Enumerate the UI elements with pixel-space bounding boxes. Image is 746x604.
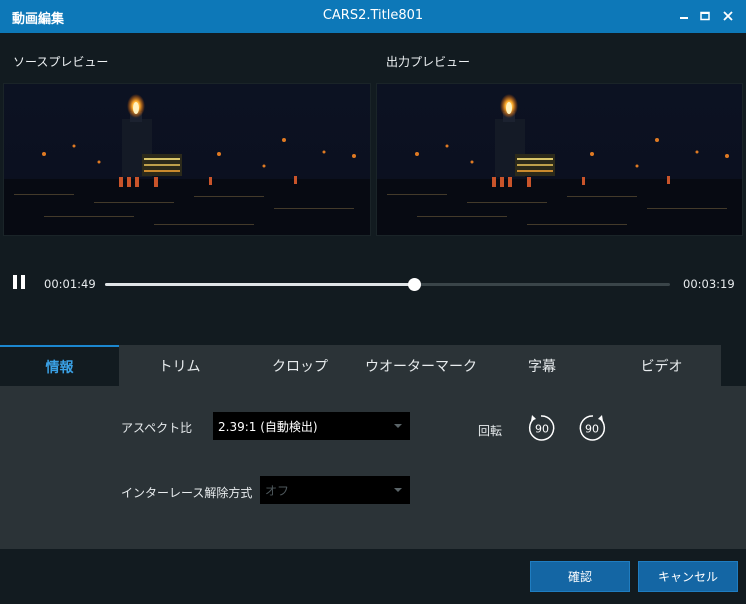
- playback-controls: 00:01:49 00:03:19: [0, 262, 746, 292]
- tab-label: クロップ: [272, 358, 328, 375]
- close-button[interactable]: [718, 6, 738, 26]
- rotate-right-value: 90: [585, 423, 599, 436]
- tab-label: 字幕: [528, 358, 556, 375]
- aspect-ratio-select[interactable]: 2.39:1 (自動検出): [213, 412, 410, 440]
- tab-label: ウオーターマーク: [365, 358, 477, 375]
- title-bar: 動画編集 CARS2.Title801: [0, 0, 746, 33]
- seek-bar[interactable]: [105, 278, 670, 291]
- preview-area: ソースプレビュー 出力プレビュー: [0, 33, 746, 345]
- maximize-button[interactable]: [695, 6, 715, 26]
- maximize-icon: [700, 11, 710, 21]
- deinterlace-select[interactable]: オフ: [260, 476, 410, 504]
- night-harbor-scene: [377, 84, 742, 235]
- deinterlace-label: インターレース解除方式: [121, 486, 253, 500]
- rotate-right-icon: 90: [579, 415, 606, 441]
- tab-trim[interactable]: トリム: [119, 345, 240, 386]
- source-preview-video: [3, 83, 371, 236]
- edit-tabs: 情報 トリム クロップ ウオーターマーク 字幕 ビデオ: [0, 345, 746, 386]
- confirm-button-label: 確認: [567, 570, 592, 584]
- rotate-left-icon: 90: [528, 415, 555, 441]
- tab-watermark[interactable]: ウオーターマーク: [360, 345, 482, 386]
- confirm-button[interactable]: 確認: [530, 561, 630, 592]
- rotate-left-value: 90: [535, 423, 549, 436]
- pause-button[interactable]: [12, 274, 28, 290]
- source-preview-label: ソースプレビュー: [13, 55, 109, 69]
- output-preview-label: 出力プレビュー: [386, 55, 471, 69]
- aspect-ratio-value: 2.39:1 (自動検出): [218, 419, 318, 434]
- rotate-right-button[interactable]: 90: [578, 413, 608, 443]
- tab-info[interactable]: 情報: [0, 345, 119, 386]
- cancel-button[interactable]: キャンセル: [638, 561, 738, 592]
- current-time: 00:01:49: [44, 277, 96, 291]
- tab-crop[interactable]: クロップ: [240, 345, 360, 386]
- rotate-label: 回転: [478, 424, 503, 438]
- rotate-left-button[interactable]: 90: [526, 413, 556, 443]
- minimize-icon: [680, 17, 688, 19]
- total-time: 00:03:19: [683, 277, 735, 291]
- dialog-footer: 確認 キャンセル: [0, 549, 746, 604]
- chevron-down-icon: [394, 488, 402, 492]
- deinterlace-value: オフ: [265, 483, 290, 498]
- close-icon: [723, 11, 733, 21]
- seek-handle[interactable]: [408, 278, 422, 291]
- info-panel: アスペクト比 2.39:1 (自動検出) インターレース解除方式 オフ 回転 9…: [0, 386, 746, 549]
- tab-subtitles[interactable]: 字幕: [482, 345, 602, 386]
- cancel-button-label: キャンセル: [657, 570, 718, 584]
- tab-video[interactable]: ビデオ: [602, 345, 721, 386]
- aspect-ratio-label: アスペクト比: [121, 421, 193, 435]
- output-preview-video: [376, 83, 743, 236]
- chevron-down-icon: [394, 424, 402, 428]
- tab-label: 情報: [45, 359, 74, 376]
- document-title: CARS2.Title801: [322, 8, 424, 23]
- minimize-button[interactable]: [674, 6, 694, 26]
- seek-progress: [105, 283, 415, 286]
- tab-label: ビデオ: [640, 358, 683, 375]
- tab-label: トリム: [158, 358, 201, 375]
- night-harbor-scene: [4, 84, 370, 235]
